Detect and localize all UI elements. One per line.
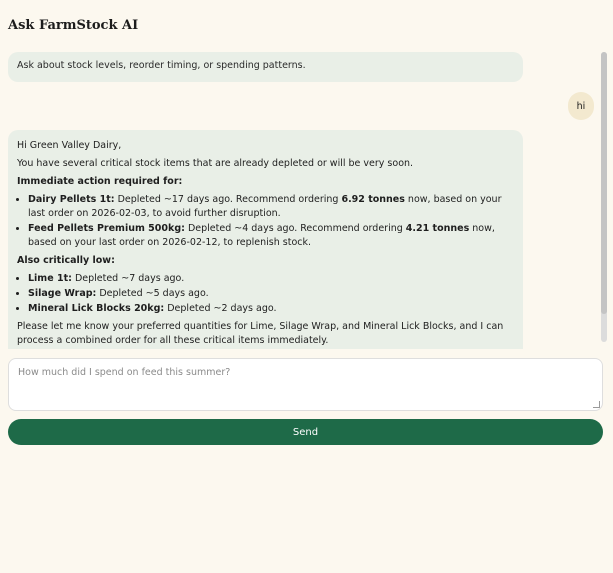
- list-item: Silage Wrap: Depleted ~5 days ago.: [28, 287, 514, 301]
- app-window: Ask FarmStock AI Ask about stock levels,…: [0, 0, 613, 573]
- reply-intro: You have several critical stock items th…: [17, 158, 414, 169]
- immediate-list: Dairy Pellets 1t: Depleted ~17 days ago.…: [17, 193, 514, 250]
- immediate-heading: Immediate action required for:: [17, 176, 183, 187]
- send-button[interactable]: Send: [8, 419, 603, 445]
- hint-message: Ask about stock levels, reorder timing, …: [8, 52, 523, 82]
- assistant-message: Hi Green Valley Dairy, You have several …: [8, 130, 523, 349]
- scroll-thumb[interactable]: [601, 52, 607, 314]
- list-item: Lime 1t: Depleted ~7 days ago.: [28, 272, 514, 286]
- page-title: Ask FarmStock AI: [8, 18, 139, 33]
- list-item: Dairy Pellets 1t: Depleted ~17 days ago.…: [28, 193, 514, 221]
- reply-closing: Please let me know your preferred quanti…: [17, 321, 504, 346]
- low-heading: Also critically low:: [17, 255, 115, 266]
- chat-log[interactable]: Ask about stock levels, reorder timing, …: [0, 44, 613, 349]
- user-message: hi: [568, 92, 594, 120]
- resize-handle-icon[interactable]: [593, 401, 600, 408]
- list-item: Mineral Lick Blocks 20kg: Depleted ~2 da…: [28, 302, 514, 316]
- input-placeholder: How much did I spend on feed this summer…: [18, 367, 231, 378]
- low-list: Lime 1t: Depleted ~7 days ago. Silage Wr…: [17, 272, 514, 316]
- reply-greeting: Hi Green Valley Dairy,: [17, 140, 122, 151]
- chat-scrollbar[interactable]: [601, 52, 607, 342]
- list-item: Feed Pellets Premium 500kg: Depleted ~4 …: [28, 222, 514, 250]
- message-input[interactable]: How much did I spend on feed this summer…: [8, 358, 603, 411]
